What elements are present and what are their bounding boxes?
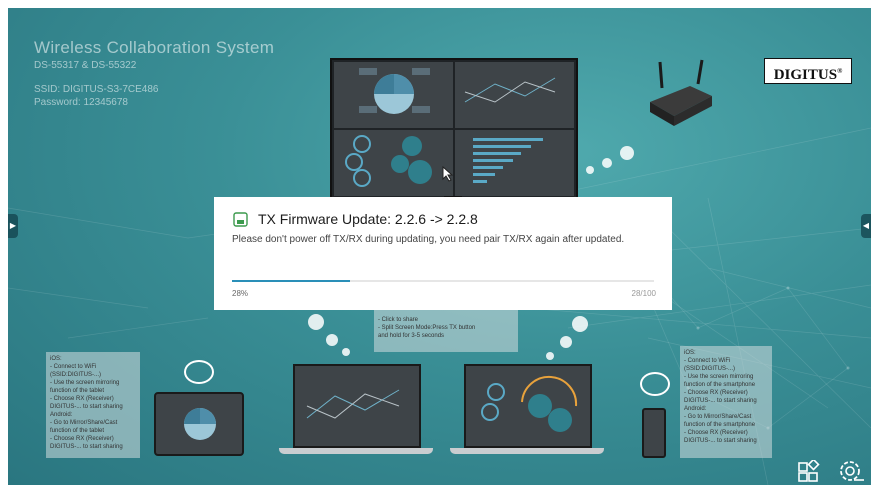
router-device-illustration [650,59,712,126]
instruction-line: - Use the screen mirroring [684,374,754,380]
pie-chart-thumbnail [334,62,453,128]
instruction-line: iOS: [684,350,696,356]
bubble [308,314,324,330]
bubble [546,352,554,360]
bubble [326,334,338,346]
instruction-line: - Use the screen mirroring [50,380,120,386]
model-numbers: DS-55317 & DS-55322 [34,60,137,71]
smartphone-illustration [642,408,666,458]
instruction-line: DIGITUS-... to start sharing [684,438,757,444]
progress-bar [232,280,654,282]
bubble [602,158,612,168]
instruction-line: - Choose RX (Receiver) [684,390,748,396]
instruction-line: - Click to share [378,317,419,323]
instruction-line: (SSID:DIGITUS-...) [50,372,101,378]
center-instructions-box: - Click to share - Split Screen Mode:Pre… [374,310,518,352]
instruction-line: - Connect to WiFi [50,364,97,370]
app-title: Wireless Collaboration System [34,38,275,57]
instruction-line: Android: [684,406,707,412]
bubble [560,336,572,348]
progress-bar-fill [232,280,351,282]
ssid-label: SSID: DIGITUS-S3-7CE486 [34,84,159,95]
screen-mirroring-icon [184,360,214,384]
update-icon [233,212,248,227]
instruction-line: function of the smartphone [684,422,756,428]
instruction-line: DIGITUS-... to start sharing [50,404,123,410]
instruction-line: Android: [50,412,73,418]
digitus-logo: DIGITUS® [764,58,852,84]
laptop-illustration [464,364,592,448]
laptop-base [279,448,433,454]
bubble [342,348,350,356]
instruction-line: - Choose RX (Receiver) [684,430,748,436]
instruction-line: DIGITUS-... to start sharing [50,444,123,450]
instruction-line: - Split Screen Mode:Press TX button [378,325,476,331]
main-display-illustration [330,58,578,200]
chevron-left-icon: ◀ [862,221,870,230]
mouse-cursor-icon [442,166,454,182]
apps-grid-icon[interactable] [796,460,826,484]
bubble [572,316,588,332]
settings-gear-icon[interactable] [836,458,866,484]
instruction-line: - Go to Mirror/Share/Cast [50,420,118,426]
instruction-line: - Choose RX (Receiver) [50,436,114,442]
instruction-line: (SSID:DIGITUS-...) [684,366,735,372]
bar-chart-thumbnail [455,130,574,196]
laptop-base [450,448,604,454]
instruction-line: and hold for 3-5 seconds [378,333,445,339]
dialog-title: TX Firmware Update: 2.2.6 -> 2.2.8 [258,211,478,227]
instruction-line: - Choose RX (Receiver) [50,396,114,402]
left-instructions-box: iOS: - Connect to WiFi (SSID:DIGITUS-...… [46,352,140,458]
line-chart-thumbnail [455,62,574,128]
laptop-illustration [293,364,421,448]
progress-count: 28/100 [631,289,656,298]
firmware-update-dialog: TX Firmware Update: 2.2.6 -> 2.2.8 Pleas… [214,197,672,310]
dialog-message: Please don't power off TX/RX during upda… [232,234,625,245]
instruction-line: iOS: [50,356,62,362]
right-drawer-tab[interactable]: ◀ [861,214,871,238]
gears-thumbnail [334,130,453,196]
password-label: Password: 12345678 [34,97,128,108]
bubble [620,146,634,160]
chevron-right-icon: ▶ [9,221,17,230]
progress-percent: 28% [232,289,249,298]
screen-mirroring-icon [640,372,670,396]
tablet-illustration [154,392,244,456]
instruction-line: function of the tablet [50,388,105,394]
right-instructions-box: iOS: - Connect to WiFi (SSID:DIGITUS-...… [680,346,772,458]
bubble [586,166,594,174]
instruction-line: DIGITUS-... to start sharing [684,398,757,404]
instruction-line: - Connect to WiFi [684,358,731,364]
instruction-line: - Go to Mirror/Share/Cast [684,414,752,420]
instruction-line: function of the smartphone [684,382,756,388]
left-drawer-tab[interactable]: ▶ [8,214,18,238]
instruction-line: function of the tablet [50,428,105,434]
